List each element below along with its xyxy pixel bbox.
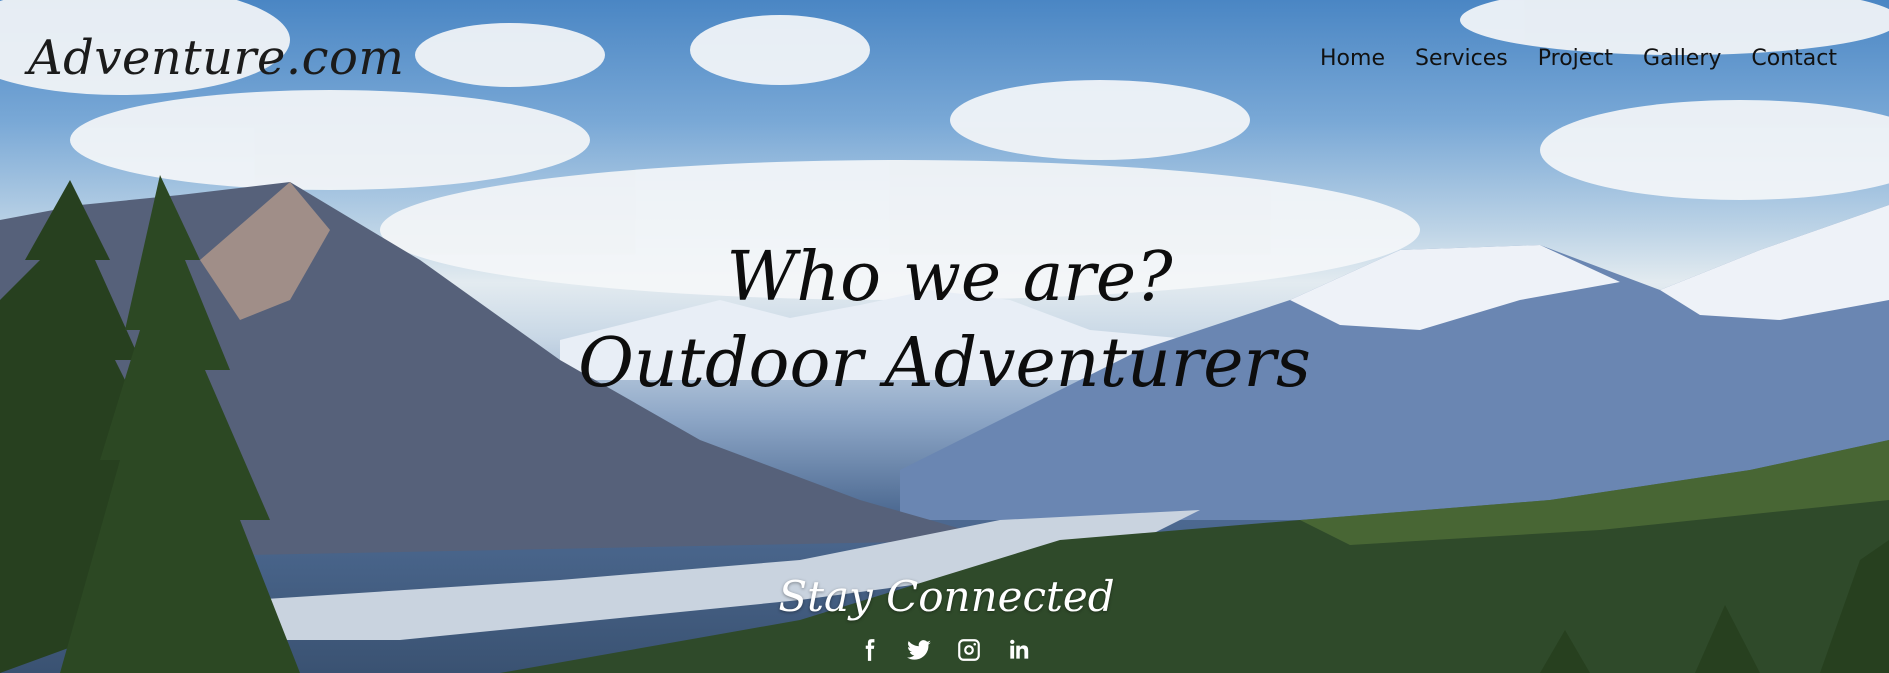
- nav-link-project[interactable]: Project: [1538, 46, 1613, 71]
- nav-link-gallery[interactable]: Gallery: [1643, 46, 1721, 71]
- linkedin-icon: [1009, 639, 1028, 659]
- nav-menu: Home Services Project Gallery Contact: [1320, 46, 1837, 71]
- hero-title-line2: Outdoor Adventurers: [578, 324, 1311, 403]
- twitter-icon: [906, 640, 931, 660]
- social-links: [0, 636, 1889, 664]
- nav-link-home[interactable]: Home: [1320, 46, 1385, 71]
- instagram-icon: [957, 639, 980, 661]
- stay-connected-heading: Stay Connected: [778, 572, 1115, 621]
- facebook-icon: [865, 639, 874, 661]
- hero-title-line1: Who we are?: [726, 238, 1173, 317]
- nav-link-contact[interactable]: Contact: [1751, 46, 1837, 71]
- hero-section: Adventure.com Home Services Project Gall…: [0, 0, 1889, 673]
- hero-headline: Who we are? Outdoor Adventurers: [0, 236, 1889, 408]
- twitter-link[interactable]: [905, 636, 933, 664]
- instagram-link[interactable]: [955, 636, 983, 664]
- top-navigation: Adventure.com Home Services Project Gall…: [0, 0, 1889, 120]
- facebook-link[interactable]: [855, 636, 883, 664]
- site-logo[interactable]: Adventure.com: [28, 30, 404, 86]
- nav-link-services[interactable]: Services: [1415, 46, 1508, 71]
- linkedin-link[interactable]: [1005, 636, 1033, 664]
